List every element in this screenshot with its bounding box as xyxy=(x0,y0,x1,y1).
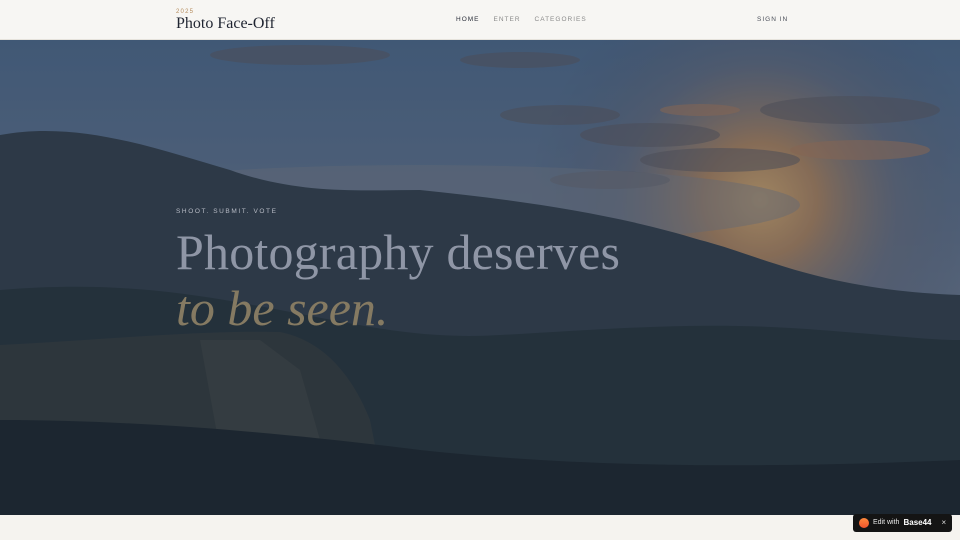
main-nav: HOME ENTER CATEGORIES xyxy=(456,16,587,24)
nav-enter[interactable]: ENTER xyxy=(494,16,521,24)
nav-categories[interactable]: CATEGORIES xyxy=(535,16,587,24)
close-icon[interactable]: × xyxy=(942,519,947,527)
brand-logo[interactable]: 2025 Photo Face-Off xyxy=(176,9,275,33)
hero-headline: Photography deserves xyxy=(176,224,621,280)
sign-in-link[interactable]: SIGN IN xyxy=(757,16,788,24)
base44-logo-icon xyxy=(859,518,869,528)
page-bottom xyxy=(0,515,960,540)
edit-with-base44-badge[interactable]: Edit with Base44 × xyxy=(853,514,952,532)
site-header: 2025 Photo Face-Off HOME ENTER CATEGORIE… xyxy=(0,0,960,40)
badge-brand: Base44 xyxy=(903,518,932,527)
hero-eyebrow: SHOOT. SUBMIT. VOTE xyxy=(176,208,278,215)
hero-headline-accent: to be seen. xyxy=(176,280,389,336)
badge-prefix: Edit with xyxy=(873,519,900,526)
brand-name: Photo Face-Off xyxy=(176,15,275,32)
hero-section: SHOOT. SUBMIT. VOTE Photography deserves… xyxy=(0,40,960,515)
nav-home[interactable]: HOME xyxy=(456,16,480,24)
